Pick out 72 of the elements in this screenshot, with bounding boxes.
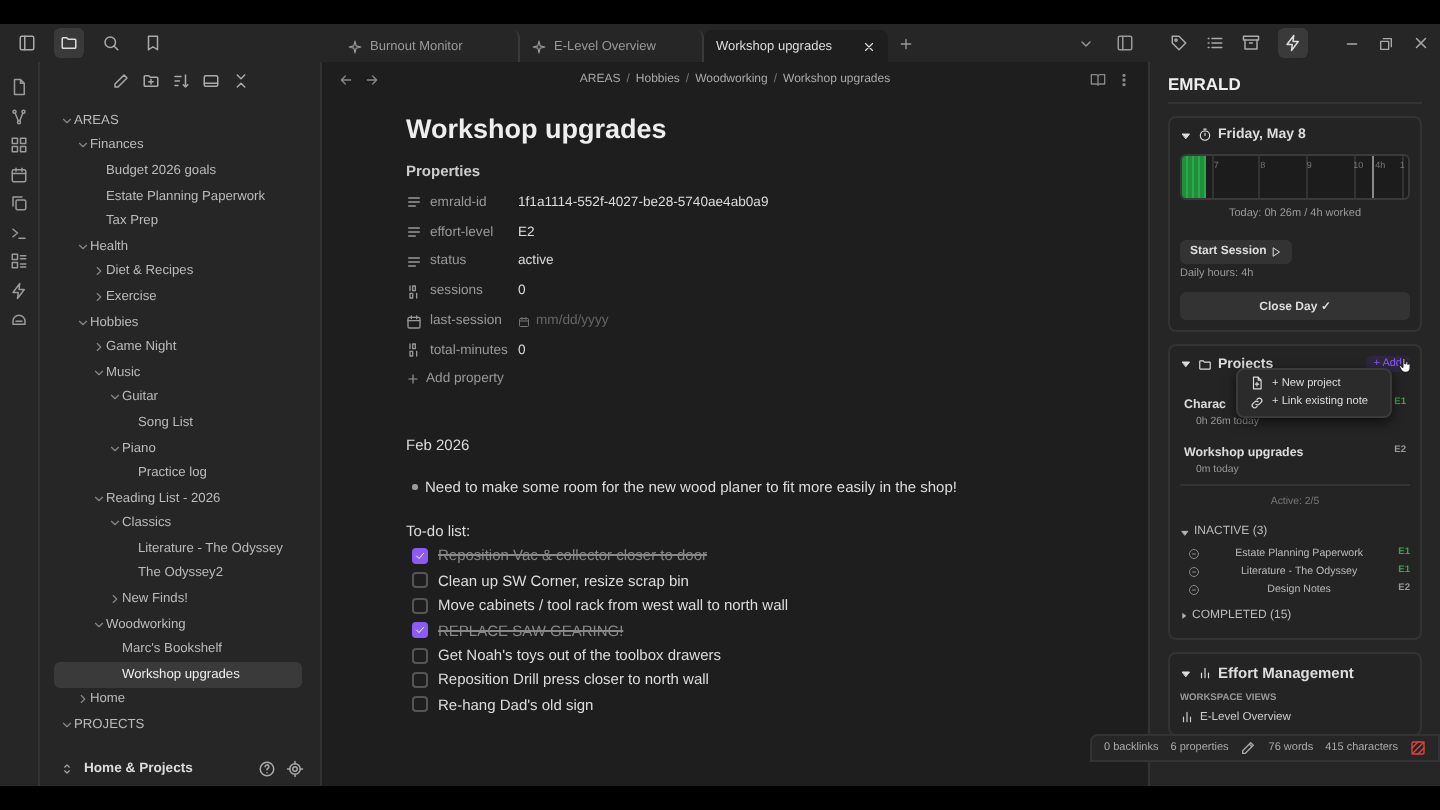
checkbox[interactable] xyxy=(412,547,428,564)
plus-icon xyxy=(406,371,420,386)
chart-icon xyxy=(1198,666,1212,680)
list-grid-icon[interactable] xyxy=(10,252,28,270)
play-icon xyxy=(1270,246,1283,258)
list-icon[interactable] xyxy=(1206,34,1224,52)
checkbox[interactable] xyxy=(412,572,428,589)
restore-icon[interactable] xyxy=(1378,35,1394,51)
bookmark-icon[interactable] xyxy=(144,34,162,52)
triangle-icon[interactable] xyxy=(1180,358,1192,370)
text-lines-icon xyxy=(406,224,422,241)
file-icon[interactable] xyxy=(10,78,28,96)
back-arrow-icon[interactable] xyxy=(338,71,354,87)
triangle-icon[interactable] xyxy=(1180,527,1190,537)
triangle-icon[interactable] xyxy=(1180,129,1192,141)
help-icon[interactable] xyxy=(258,759,276,777)
archive-icon[interactable] xyxy=(1242,34,1260,52)
target-marker xyxy=(1371,156,1375,198)
plus-icon[interactable] xyxy=(898,35,914,51)
checkbox[interactable] xyxy=(412,671,428,688)
tag-icon[interactable] xyxy=(1170,34,1188,52)
settings-icon[interactable] xyxy=(286,759,304,777)
checkbox[interactable] xyxy=(412,696,428,713)
sort-icon[interactable] xyxy=(171,72,189,90)
book-icon[interactable] xyxy=(1090,71,1106,87)
number-icon xyxy=(406,342,422,359)
chart-icon xyxy=(1180,710,1194,724)
search-icon[interactable] xyxy=(102,34,120,52)
up-down-icon[interactable] xyxy=(60,761,74,775)
sidebar-toggle-icon[interactable] xyxy=(1116,34,1134,52)
pencil-icon[interactable] xyxy=(1240,740,1257,756)
new-note-icon[interactable] xyxy=(111,72,129,90)
helmet-icon[interactable] xyxy=(10,310,28,328)
circle-icon[interactable] xyxy=(1188,565,1200,577)
checkbox[interactable] xyxy=(412,647,428,664)
note-title: Workshop upgrades xyxy=(406,114,669,144)
close-icon[interactable] xyxy=(1412,34,1430,52)
new-folder-icon[interactable] xyxy=(141,72,159,90)
sidebar-toggle-icon[interactable] xyxy=(18,34,36,52)
link-icon xyxy=(1250,395,1264,410)
window-icon[interactable] xyxy=(201,72,219,90)
text-lines-icon xyxy=(406,253,422,270)
text-lines-icon xyxy=(406,194,422,211)
collapse-icon[interactable] xyxy=(231,72,249,90)
forward-arrow-icon[interactable] xyxy=(364,71,380,87)
panel-title: EMRALD xyxy=(1168,74,1422,104)
sparkle-icon xyxy=(532,39,546,53)
file-plus-icon xyxy=(1250,376,1264,391)
graph-icon[interactable] xyxy=(10,107,28,125)
copy-icon[interactable] xyxy=(10,194,28,212)
number-icon xyxy=(406,283,422,300)
calendar-icon xyxy=(518,315,530,328)
folder-icon xyxy=(1198,357,1212,371)
timer-icon xyxy=(1198,128,1212,142)
circle-icon[interactable] xyxy=(1188,583,1200,595)
calendar-icon xyxy=(406,313,422,330)
circle-icon[interactable] xyxy=(1188,547,1200,559)
lightning-icon[interactable] xyxy=(10,281,28,299)
grid-icon[interactable] xyxy=(10,136,28,154)
sparkle-icon xyxy=(348,39,362,53)
triangle-icon[interactable] xyxy=(1180,612,1188,620)
terminal-icon[interactable] xyxy=(10,223,28,241)
folder-icon[interactable] xyxy=(60,34,78,52)
check-icon xyxy=(414,549,426,562)
more-icon[interactable] xyxy=(1116,71,1132,87)
checkbox[interactable] xyxy=(412,597,428,614)
checkbox[interactable] xyxy=(412,622,428,639)
calendar-icon[interactable] xyxy=(10,165,28,183)
sync-error-icon[interactable] xyxy=(1410,740,1426,756)
check-icon xyxy=(414,624,426,637)
triangle-icon[interactable] xyxy=(1180,667,1192,679)
bullet-dot xyxy=(412,484,417,490)
